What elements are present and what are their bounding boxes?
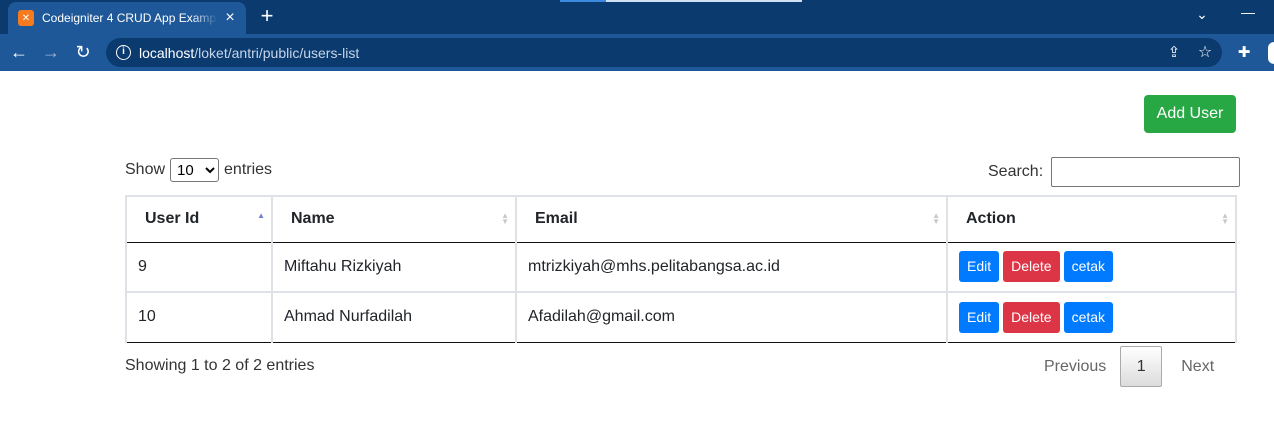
close-tab-icon[interactable]: × [222, 10, 238, 26]
profile-edge[interactable] [1268, 42, 1274, 64]
minimize-window-icon[interactable]: — [1238, 4, 1258, 24]
entries-label: entries [224, 161, 273, 178]
pagination: Previous 1 Next [1030, 346, 1230, 387]
delete-button[interactable]: Delete [1003, 301, 1060, 333]
tab-strip: ✕ Codeigniter 4 CRUD App Example × + ⌄ — [0, 0, 1274, 34]
table-search: Search: [988, 157, 1241, 187]
strip-indicator [560, 0, 606, 2]
tab-title: Codeigniter 4 CRUD App Example [42, 11, 218, 25]
entries-length-control: Show 10 entries [125, 158, 272, 182]
sort-both-icon: ▲ ▼ [501, 211, 509, 226]
print-button[interactable]: cetak [1063, 251, 1114, 283]
search-label: Search: [988, 163, 1044, 180]
url-path: /loket/antri/public/users-list [194, 45, 360, 61]
column-action[interactable]: Action ▲ ▼ [946, 195, 1237, 243]
column-header-label: Email [535, 210, 578, 228]
cell-actions: Edit Delete cetak [946, 242, 1237, 293]
browser-tab[interactable]: ✕ Codeigniter 4 CRUD App Example × [8, 2, 246, 34]
cell-user-id: 10 [125, 292, 273, 343]
table-info: Showing 1 to 2 of 2 entries [125, 357, 315, 374]
new-tab-icon[interactable]: + [256, 5, 278, 27]
next-page-button[interactable]: Next [1162, 358, 1230, 376]
column-name[interactable]: Name ▲ ▼ [271, 195, 517, 243]
cell-name: Ahmad Nurfadilah [271, 292, 517, 343]
table-row: 9 Miftahu Rizkiyah mtrizkiyah@mhs.pelita… [125, 242, 1237, 293]
cell-user-id: 9 [125, 242, 273, 293]
users-table: User Id ▲ Name ▲ ▼ Email ▲ ▼ Action ▲ ▼ 9 M… [125, 195, 1237, 343]
table-header-row: User Id ▲ Name ▲ ▼ Email ▲ ▼ Action ▲ ▼ [125, 195, 1237, 243]
edit-button[interactable]: Edit [959, 251, 1000, 283]
sort-both-icon: ▲ ▼ [932, 211, 940, 226]
forward-arrow-icon[interactable]: → [40, 41, 62, 63]
sort-both-icon: ▲ ▼ [1221, 211, 1229, 226]
add-user-button[interactable]: Add User [1144, 95, 1236, 133]
page-1-button[interactable]: 1 [1120, 346, 1163, 387]
column-header-label: Action [966, 210, 1016, 228]
column-email[interactable]: Email ▲ ▼ [515, 195, 948, 243]
column-header-label: Name [291, 210, 335, 228]
column-user-id[interactable]: User Id ▲ [125, 195, 273, 243]
cell-email: mtrizkiyah@mhs.pelitabangsa.ac.id [515, 242, 948, 293]
delete-button[interactable]: Delete [1003, 251, 1060, 283]
show-label: Show [125, 161, 166, 178]
entries-select[interactable]: 10 [170, 158, 220, 182]
column-header-label: User Id [145, 210, 200, 228]
strip-indicator-light [606, 0, 802, 2]
tab-search-chevron-icon[interactable]: ⌄ [1192, 6, 1212, 26]
xampp-favicon-icon: ✕ [18, 10, 34, 26]
cell-email: Afadilah@gmail.com [515, 292, 948, 343]
cell-name: Miftahu Rizkiyah [271, 242, 517, 293]
share-icon[interactable]: ⇪ [1164, 43, 1184, 63]
site-info-icon[interactable]: i [116, 45, 131, 60]
table-row: 10 Ahmad Nurfadilah Afadilah@gmail.com E… [125, 292, 1237, 343]
reload-icon[interactable]: ↻ [72, 41, 94, 63]
edit-button[interactable]: Edit [959, 301, 1000, 333]
previous-page-button[interactable]: Previous [1030, 358, 1120, 376]
extensions-puzzle-icon[interactable]: ✚ [1234, 43, 1254, 63]
search-input[interactable] [1051, 157, 1241, 187]
print-button[interactable]: cetak [1063, 301, 1114, 333]
cell-actions: Edit Delete cetak [946, 292, 1237, 343]
sort-ascending-icon: ▲ [257, 211, 265, 220]
browser-toolbar: ← → ↻ i localhost/loket/antri/public/use… [0, 34, 1274, 71]
url-host: localhost [139, 45, 195, 61]
url-text[interactable]: localhost/loket/antri/public/users-list [139, 45, 359, 61]
back-arrow-icon[interactable]: ← [8, 41, 30, 63]
address-bar[interactable]: i localhost/loket/antri/public/users-lis… [106, 38, 1222, 67]
bookmark-star-icon[interactable]: ☆ [1195, 42, 1215, 62]
